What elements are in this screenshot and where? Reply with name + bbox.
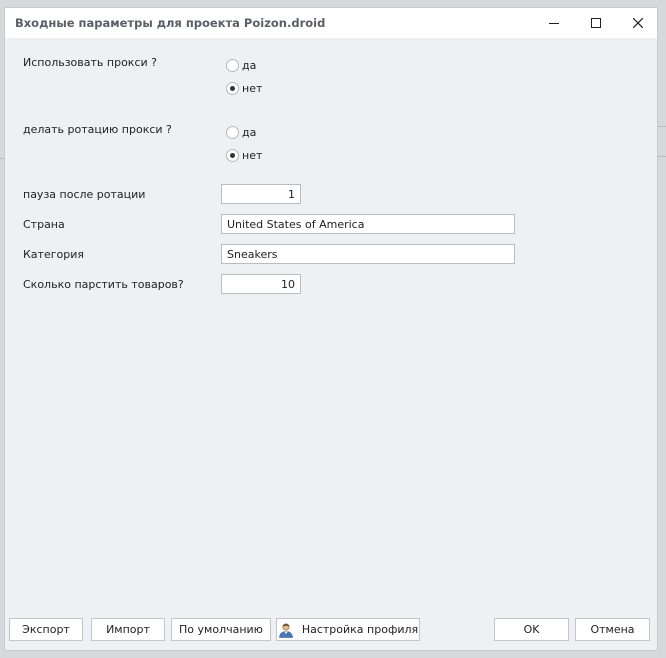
use-proxy-option-yes[interactable]: да xyxy=(226,59,256,72)
maximize-button[interactable] xyxy=(575,8,617,38)
radio-button[interactable] xyxy=(226,59,239,72)
pause-after-rotation-input[interactable] xyxy=(221,184,301,204)
rotate-proxy-option-no[interactable]: нет xyxy=(226,149,262,162)
profile-settings-button[interactable]: Настройка профиля xyxy=(276,618,420,641)
profile-settings-button-label: Настройка профиля xyxy=(301,623,419,636)
window-title: Входные параметры для проекта Poizon.dro… xyxy=(15,16,326,30)
radio-button-checked[interactable] xyxy=(226,82,239,95)
minimize-icon xyxy=(549,23,559,24)
close-button[interactable] xyxy=(617,8,659,38)
ok-button-label: OK xyxy=(523,623,540,636)
use-proxy-label: Использовать прокси ? xyxy=(23,56,157,69)
rotate-proxy-label: делать ротацию прокси ? xyxy=(23,123,172,136)
category-label: Категория xyxy=(23,248,84,261)
use-proxy-option-no[interactable]: нет xyxy=(226,82,262,95)
export-button[interactable]: Экспорт xyxy=(9,618,83,641)
import-button[interactable]: Импорт xyxy=(91,618,165,641)
cancel-button[interactable]: Отмена xyxy=(575,618,650,641)
minimize-button[interactable] xyxy=(533,8,575,38)
radio-button-checked[interactable] xyxy=(226,149,239,162)
category-input[interactable] xyxy=(221,244,515,264)
items-count-input[interactable] xyxy=(221,274,301,294)
defaults-button[interactable]: По умолчанию xyxy=(171,618,271,641)
pause-after-rotation-label: пауза после ротации xyxy=(23,188,146,201)
rotate-proxy-option-yes[interactable]: да xyxy=(226,126,256,139)
user-profile-icon xyxy=(278,622,294,638)
radio-label: нет xyxy=(242,82,263,95)
export-button-label: Экспорт xyxy=(22,623,70,636)
items-count-label: Сколько парстить товаров? xyxy=(23,278,184,291)
import-button-label: Импорт xyxy=(106,623,150,636)
defaults-button-label: По умолчанию xyxy=(179,623,263,636)
title-bar: Входные параметры для проекта Poizon.dro… xyxy=(5,8,657,38)
radio-label: да xyxy=(242,59,257,72)
country-input[interactable] xyxy=(221,214,515,234)
maximize-icon xyxy=(591,18,601,28)
country-label: Страна xyxy=(23,218,65,231)
ok-button[interactable]: OK xyxy=(494,618,569,641)
radio-label: нет xyxy=(242,149,263,162)
close-icon xyxy=(633,18,643,28)
cancel-button-label: Отмена xyxy=(590,623,635,636)
radio-button[interactable] xyxy=(226,126,239,139)
dialog-window: Входные параметры для проекта Poizon.dro… xyxy=(4,7,658,651)
radio-label: да xyxy=(242,126,257,139)
